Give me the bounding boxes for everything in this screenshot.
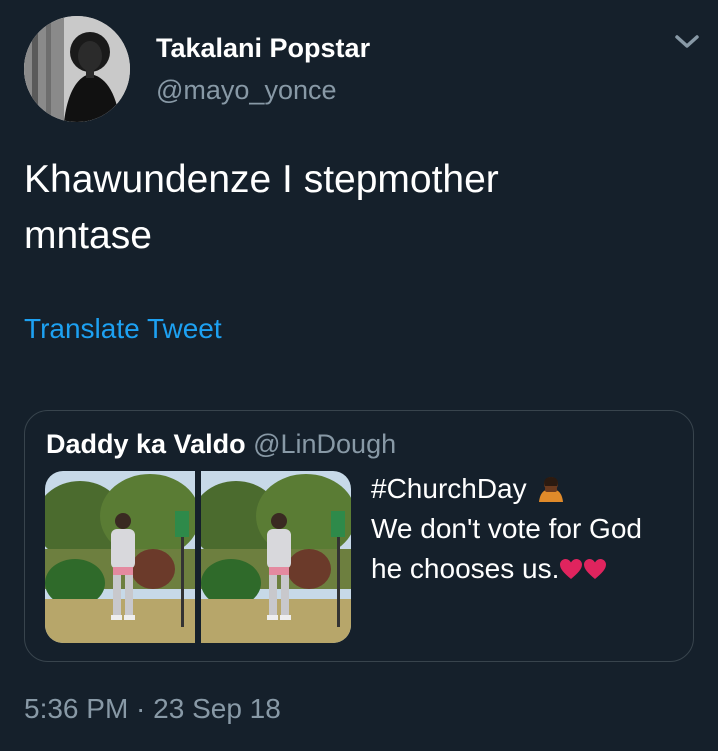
quoted-text-line: #ChurchDay bbox=[371, 469, 681, 509]
chevron-down-icon[interactable] bbox=[670, 30, 704, 54]
tweet-timestamp[interactable]: 5:36 PM · 23 Sep 18 bbox=[24, 693, 281, 725]
profile-photo-icon bbox=[24, 16, 130, 122]
media-photo-right[interactable] bbox=[201, 471, 351, 643]
author-handle[interactable]: @mayo_yonce bbox=[156, 75, 337, 106]
quoted-text-segment: he chooses us. bbox=[371, 553, 560, 584]
author-avatar[interactable] bbox=[24, 16, 130, 122]
red-heart-icon bbox=[560, 559, 583, 579]
tweet-text-line: mntase bbox=[24, 214, 152, 257]
quoted-tweet-card[interactable]: Daddy ka Valdo @LinDough #ChurchDay We d… bbox=[24, 410, 694, 662]
red-heart-icon bbox=[584, 559, 607, 579]
quoted-author-name: Daddy ka Valdo bbox=[46, 429, 246, 459]
tweet-card: Takalani Popstar @mayo_yonce Khawundenze… bbox=[0, 0, 718, 751]
quoted-text-line: he chooses us. bbox=[371, 549, 681, 589]
quoted-tweet-header: Daddy ka Valdo @LinDough bbox=[46, 429, 396, 460]
media-photo-left[interactable] bbox=[45, 471, 195, 643]
translate-tweet-link[interactable]: Translate Tweet bbox=[24, 313, 222, 345]
quoted-text-line: We don't vote for God bbox=[371, 513, 642, 544]
author-name[interactable]: Takalani Popstar bbox=[156, 33, 370, 64]
person-bowing-emoji-icon bbox=[539, 477, 564, 502]
tweet-text: Khawundenze I stepmother mntase bbox=[24, 152, 684, 264]
quoted-author-handle: @LinDough bbox=[253, 429, 397, 459]
hashtag-churchday[interactable]: #ChurchDay bbox=[371, 473, 527, 504]
tweet-text-line: Khawundenze I stepmother bbox=[24, 158, 499, 201]
quoted-tweet-media[interactable] bbox=[45, 471, 351, 643]
quoted-tweet-text: #ChurchDay We don't vote for God he choo… bbox=[371, 469, 681, 589]
